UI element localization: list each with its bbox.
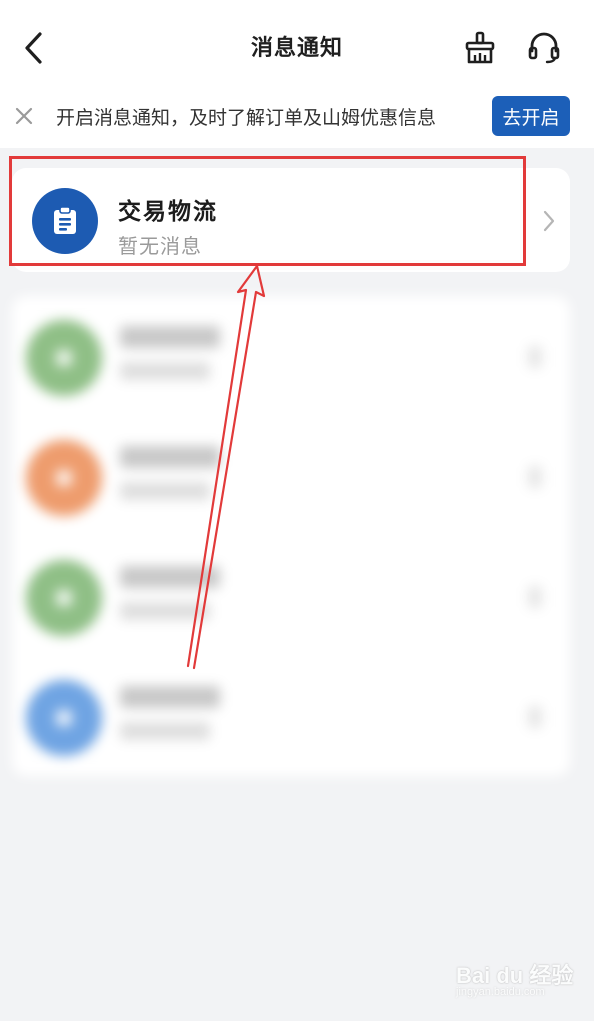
watermark-url: jingyan.baidu.com: [456, 986, 545, 998]
list-item[interactable]: [12, 420, 570, 540]
annotation-highlight-box: [9, 156, 526, 266]
chevron-right-icon: [540, 208, 558, 234]
watermark: Bai du 经验 jingyan.baidu.com: [456, 958, 576, 1008]
avatar: [26, 560, 102, 636]
avatar: [26, 440, 102, 516]
clean-button[interactable]: [460, 28, 500, 68]
list-item[interactable]: [12, 300, 570, 420]
blurred-message-list: [12, 296, 570, 776]
notification-banner: 开启消息通知，及时了解订单及山姆优惠信息 去开启: [0, 96, 594, 148]
list-item[interactable]: [12, 660, 570, 780]
list-item[interactable]: [12, 540, 570, 660]
avatar: [26, 320, 102, 396]
enable-notifications-button[interactable]: 去开启: [492, 96, 570, 136]
headset-icon: [528, 32, 560, 64]
customer-service-button[interactable]: [524, 28, 564, 68]
banner-text: 开启消息通知，及时了解订单及山姆优惠信息: [56, 107, 437, 129]
banner-close-button[interactable]: [10, 102, 38, 130]
header: 消息通知: [0, 0, 594, 96]
close-icon: [15, 107, 33, 125]
page-title: 消息通知: [250, 36, 343, 61]
broom-icon: [465, 31, 495, 64]
avatar: [26, 680, 102, 756]
page: 消息通知 开启消息通知，及时了解订单及山姆优惠信息 去开启 交易物流 暂无消息 …: [0, 0, 594, 1021]
